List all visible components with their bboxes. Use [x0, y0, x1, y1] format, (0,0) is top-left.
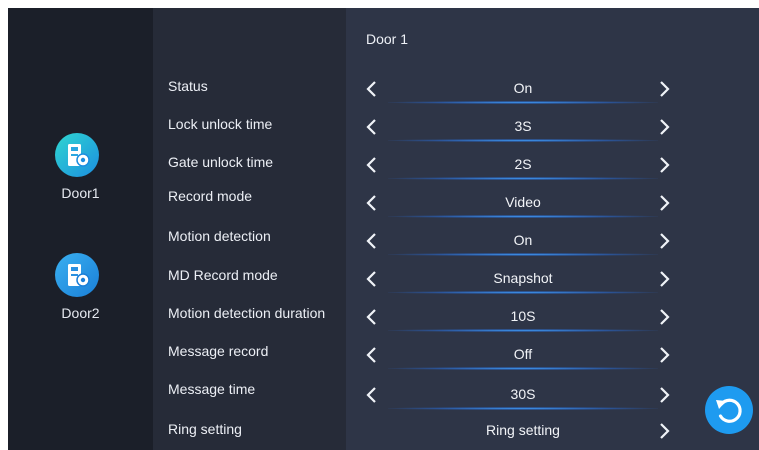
setting-label-motion-detection: Motion detection — [168, 228, 271, 244]
chevron-right-icon[interactable] — [652, 380, 676, 410]
page-title: Door 1 — [366, 31, 409, 47]
chevron-left-icon[interactable] — [360, 74, 384, 104]
setting-value-message-time[interactable]: 30S — [398, 386, 648, 402]
setting-label-message-record: Message record — [168, 343, 269, 359]
chevron-right-icon[interactable] — [652, 302, 676, 332]
setting-value-motion-detection[interactable]: On — [398, 232, 648, 248]
setting-label-status: Status — [168, 78, 208, 94]
setting-value-gate-unlock-time[interactable]: 2S — [398, 156, 648, 172]
row-underline — [388, 215, 658, 218]
row-underline — [388, 407, 658, 410]
settings-screen: Door1 Door2 Status Lock unlock time Gate… — [8, 8, 759, 450]
setting-row-record-mode: Video — [346, 188, 759, 218]
setting-label-gate-unlock-time: Gate unlock time — [168, 154, 274, 170]
door-settings-icon — [55, 253, 99, 297]
setting-label-message-time: Message time — [168, 381, 256, 397]
chevron-left-icon[interactable] — [360, 264, 384, 294]
chevron-left-icon[interactable] — [360, 226, 384, 256]
setting-label-md-record-mode: MD Record mode — [168, 267, 278, 283]
settings-labels-column: Status Lock unlock time Gate unlock time… — [153, 8, 346, 450]
chevron-right-icon[interactable] — [652, 112, 676, 142]
door1-label: Door1 — [61, 185, 100, 201]
chevron-right-icon[interactable] — [652, 188, 676, 218]
setting-value-lock-unlock-time[interactable]: 3S — [398, 118, 648, 134]
setting-label-ring-setting: Ring setting — [168, 421, 242, 437]
sidebar-item-door2[interactable]: Door2 — [8, 253, 153, 333]
chevron-right-icon[interactable] — [652, 264, 676, 294]
chevron-left-icon[interactable] — [360, 150, 384, 180]
setting-value-message-record[interactable]: Off — [398, 346, 648, 362]
setting-value-status[interactable]: On — [398, 80, 648, 96]
row-underline — [388, 177, 658, 180]
setting-row-md-record-mode: Snapshot — [346, 264, 759, 294]
setting-row-message-record: Off — [346, 340, 759, 370]
chevron-right-icon[interactable] — [652, 340, 676, 370]
row-underline — [388, 101, 658, 104]
setting-row-motion-detection-duration: 10S — [346, 302, 759, 332]
chevron-right-icon[interactable] — [652, 74, 676, 104]
setting-row-ring-setting: Ring setting — [346, 416, 759, 446]
setting-row-lock-unlock-time: 3S — [346, 112, 759, 142]
sidebar-item-door1[interactable]: Door1 — [8, 133, 153, 213]
setting-value-ring-setting[interactable]: Ring setting — [398, 422, 648, 438]
setting-row-motion-detection: On — [346, 226, 759, 256]
chevron-left-icon[interactable] — [360, 340, 384, 370]
setting-value-record-mode[interactable]: Video — [398, 194, 648, 210]
setting-row-gate-unlock-time: 2S — [346, 150, 759, 180]
setting-row-status: On — [346, 74, 759, 104]
chevron-right-icon[interactable] — [652, 150, 676, 180]
door-sidebar: Door1 Door2 — [8, 8, 153, 450]
chevron-left-icon[interactable] — [360, 380, 384, 410]
row-underline — [388, 291, 658, 294]
setting-label-motion-detection-duration: Motion detection duration — [168, 305, 326, 321]
chevron-left-icon[interactable] — [360, 188, 384, 218]
setting-row-message-time: 30S — [346, 380, 759, 410]
chevron-right-icon[interactable] — [652, 226, 676, 256]
setting-value-motion-detection-duration[interactable]: 10S — [398, 308, 648, 324]
door-settings-icon — [55, 133, 99, 177]
chevron-left-icon[interactable] — [360, 302, 384, 332]
door2-label: Door2 — [61, 305, 100, 321]
row-underline — [388, 329, 658, 332]
setting-label-lock-unlock-time: Lock unlock time — [168, 116, 273, 132]
refresh-icon — [716, 398, 742, 423]
refresh-button[interactable] — [705, 386, 753, 434]
chevron-left-icon[interactable] — [360, 112, 384, 142]
setting-value-md-record-mode[interactable]: Snapshot — [398, 270, 648, 286]
settings-values-column: Door 1 On 3S 2S Video On Snapshot 10S Of… — [346, 8, 759, 450]
row-underline — [388, 139, 658, 142]
row-underline — [388, 253, 658, 256]
row-underline — [388, 367, 658, 370]
chevron-right-icon[interactable] — [652, 416, 676, 446]
setting-label-record-mode: Record mode — [168, 188, 253, 204]
